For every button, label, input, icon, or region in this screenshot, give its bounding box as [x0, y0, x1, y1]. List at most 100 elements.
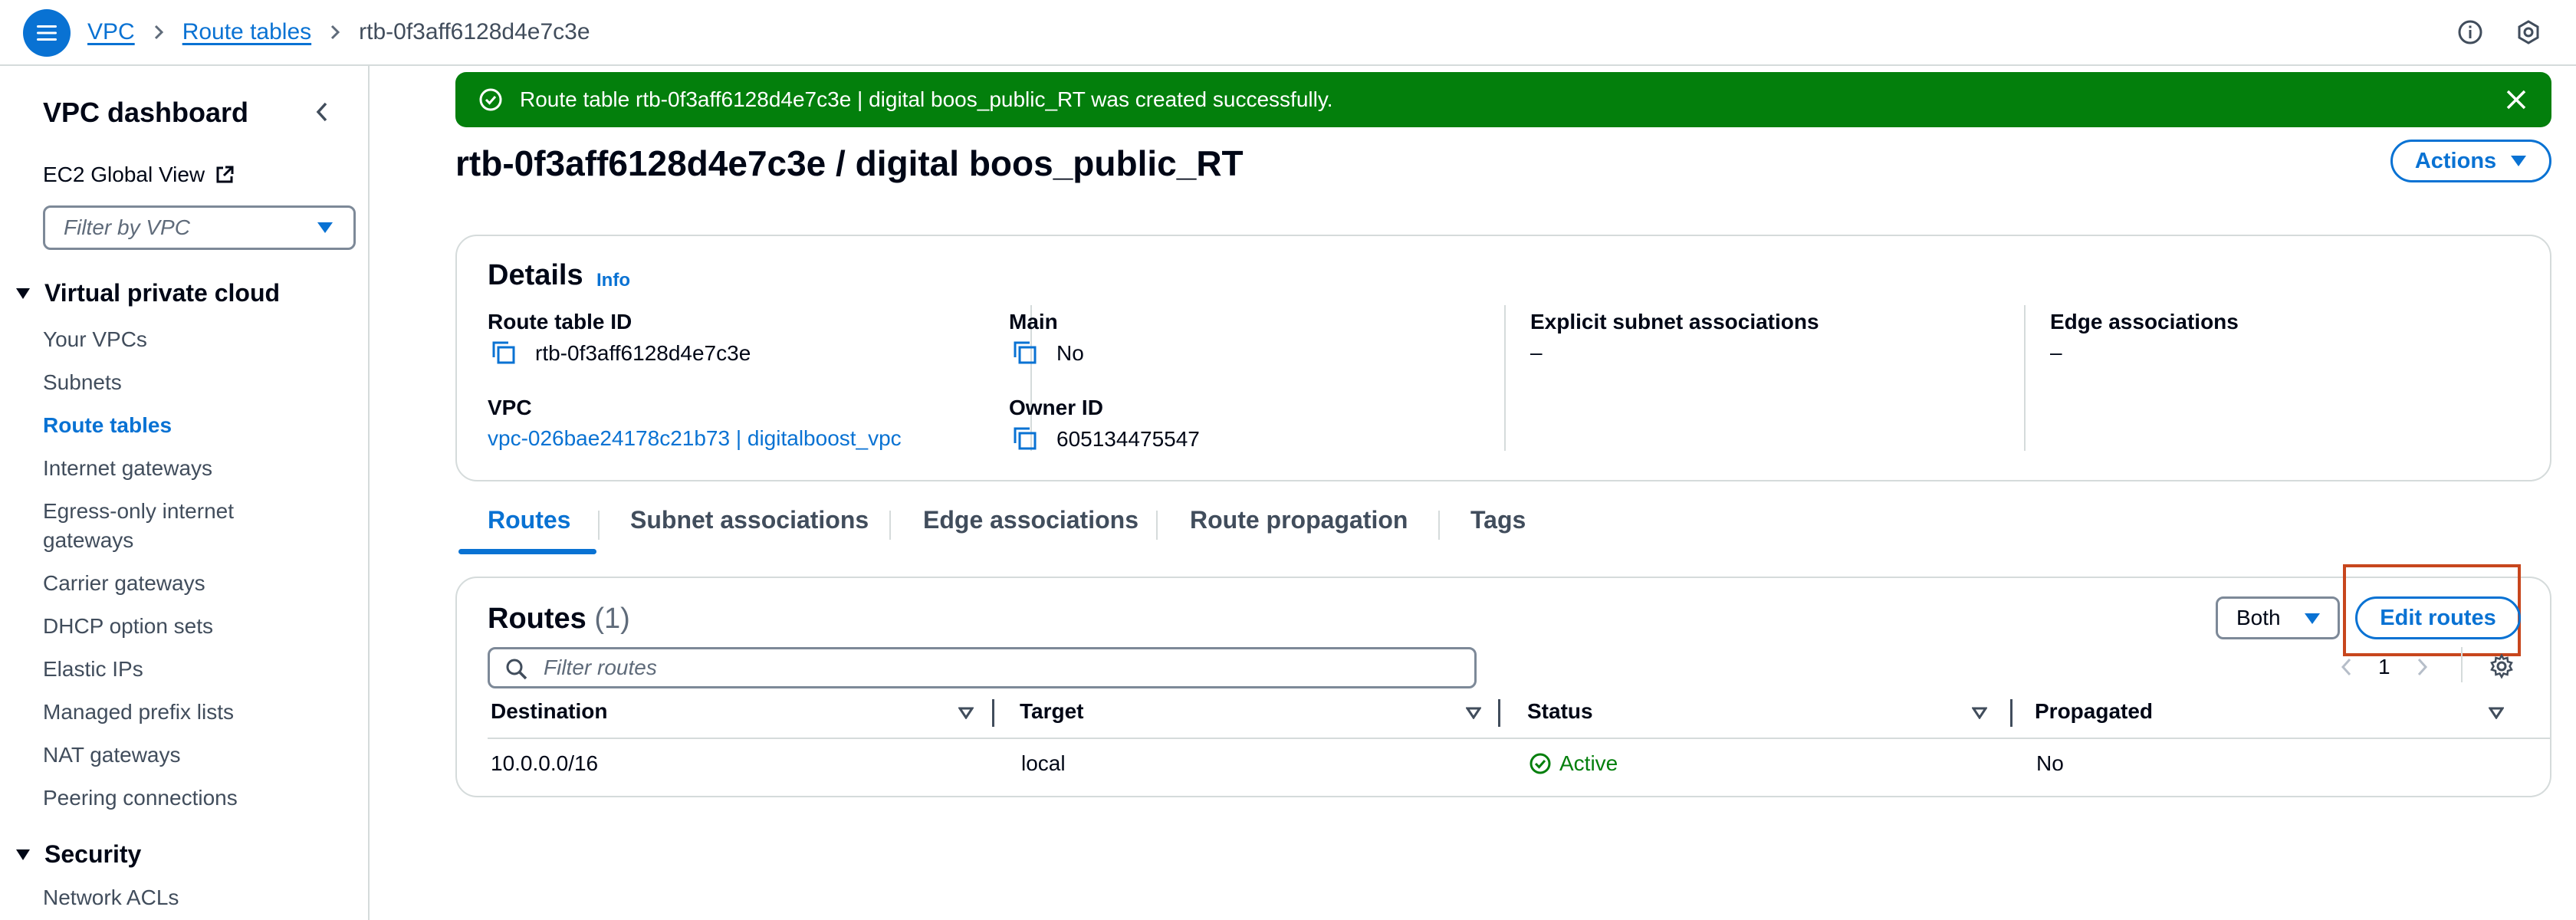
sidebar-item-subnets[interactable]: Subnets — [43, 368, 319, 397]
sidebar-item-peering-connections[interactable]: Peering connections — [43, 784, 319, 813]
sidebar-item-nat-gateways[interactable]: NAT gateways — [43, 741, 319, 770]
sidebar-item-elastic-ips[interactable]: Elastic IPs — [43, 655, 319, 684]
explicit-subnet-associations-value: – — [1530, 340, 1543, 364]
chevron-right-icon[interactable] — [2417, 657, 2429, 677]
caret-down-icon — [2511, 156, 2527, 166]
flash-message: Route table rtb-0f3aff6128d4e7c3e | digi… — [520, 87, 1333, 111]
column-resizer[interactable] — [992, 699, 994, 727]
success-flash: Route table rtb-0f3aff6128d4e7c3e | digi… — [455, 72, 2551, 127]
check-circle-icon — [478, 87, 503, 112]
section-security[interactable]: Security — [15, 840, 141, 869]
tab-divider — [889, 511, 891, 540]
close-icon — [2506, 90, 2526, 110]
sidebar-item-dhcp-option-sets[interactable]: DHCP option sets — [43, 612, 319, 641]
details-title: Details — [488, 259, 583, 291]
actions-button[interactable]: Actions — [2390, 140, 2551, 182]
sidebar: VPC dashboard EC2 Global View Filter by … — [0, 66, 370, 920]
caret-down-icon — [16, 849, 30, 860]
sort-caret-icon[interactable] — [958, 707, 974, 719]
sidebar-item-managed-prefix-lists[interactable]: Managed prefix lists — [43, 698, 319, 727]
main-label: Main — [1009, 310, 1058, 334]
column-header-status[interactable]: Status — [1527, 699, 1593, 724]
column-resizer[interactable] — [1498, 699, 1500, 727]
info-icon[interactable] — [2455, 17, 2486, 48]
column-divider — [1504, 305, 1506, 451]
route-type-select[interactable]: Both — [2216, 596, 2340, 639]
sort-caret-icon[interactable] — [1466, 707, 1481, 719]
gear-icon — [2490, 653, 2513, 679]
sort-caret-icon[interactable] — [2489, 707, 2504, 719]
main-text: No — [1056, 341, 1084, 365]
page-title: rtb-0f3aff6128d4e7c3e / digital boos_pub… — [455, 143, 1244, 183]
external-link-icon — [216, 166, 234, 183]
active-tab-indicator — [458, 549, 596, 554]
breadcrumb-vpc[interactable]: VPC — [87, 19, 135, 45]
ec2-global-view-link[interactable]: EC2 Global View — [43, 163, 235, 187]
tab-tags[interactable]: Tags — [1470, 506, 1526, 534]
sidebar-item-route-tables[interactable]: Route tables — [43, 411, 319, 440]
hamburger-icon — [37, 25, 57, 41]
cell-status: Active — [1529, 751, 1618, 776]
column-resizer[interactable] — [2010, 699, 2013, 727]
filter-routes-input[interactable]: Filter routes — [488, 647, 1477, 688]
cell-target: local — [1021, 751, 1066, 775]
search-icon — [506, 659, 527, 680]
owner-id-label: Owner ID — [1009, 396, 1103, 419]
chevron-left-icon — [316, 102, 327, 122]
pagination-divider — [2461, 647, 2463, 682]
column-header-target[interactable]: Target — [1020, 699, 1084, 724]
info-link[interactable]: Info — [596, 270, 630, 291]
chevron-left-icon[interactable] — [2340, 657, 2352, 677]
section-title: Security — [44, 840, 142, 868]
vpc-filter-placeholder: Filter by VPC — [64, 215, 190, 239]
breadcrumb-route-tables[interactable]: Route tables — [182, 19, 311, 45]
edge-associations-value: – — [2050, 340, 2062, 364]
sidebar-item-egress-only-internet-gateways[interactable]: Egress-only internet gateways — [43, 497, 265, 555]
vpc-filter-select[interactable]: Filter by VPC — [43, 205, 356, 250]
chevron-right-icon — [330, 24, 340, 41]
menu-button[interactable] — [23, 9, 71, 57]
preferences-button[interactable] — [2489, 653, 2515, 683]
collapse-sidebar-button[interactable] — [308, 98, 336, 126]
sidebar-title[interactable]: VPC dashboard — [43, 97, 248, 129]
copy-icon[interactable] — [491, 340, 518, 366]
tab-subnet-associations[interactable]: Subnet associations — [630, 506, 869, 534]
explicit-subnet-associations-label: Explicit subnet associations — [1530, 310, 1819, 334]
copy-icon[interactable] — [1012, 426, 1040, 452]
owner-id-text: 605134475547 — [1056, 427, 1200, 451]
section-virtual-private-cloud[interactable]: Virtual private cloud — [15, 279, 280, 307]
routes-title: Routes — [488, 603, 586, 635]
sidebar-item-internet-gateways[interactable]: Internet gateways — [43, 454, 319, 483]
routes-count: (1) — [594, 603, 630, 635]
sort-caret-icon[interactable] — [1972, 707, 1987, 719]
tab-routes[interactable]: Routes — [488, 506, 570, 534]
pagination: 1 — [2340, 652, 2429, 682]
settings-hex-icon[interactable] — [2513, 17, 2544, 48]
tab-edge-associations[interactable]: Edge associations — [923, 506, 1138, 534]
column-divider — [2024, 305, 2026, 451]
tab-divider — [598, 511, 600, 540]
breadcrumb-current: rtb-0f3aff6128d4e7c3e — [359, 19, 590, 44]
column-header-propagated[interactable]: Propagated — [2035, 699, 2153, 724]
actions-label: Actions — [2414, 148, 2497, 173]
route-table-id-label: Route table ID — [488, 310, 632, 334]
tab-route-propagation[interactable]: Route propagation — [1190, 506, 1408, 534]
section-title: Virtual private cloud — [44, 279, 281, 307]
details-panel: Details Info Route table ID rtb-0f3aff61… — [455, 235, 2551, 481]
sidebar-item-network-acls[interactable]: Network ACLs — [43, 883, 319, 912]
filter-routes-placeholder: Filter routes — [544, 656, 657, 679]
sidebar-item-your-vpcs[interactable]: Your VPCs — [43, 325, 319, 354]
edit-routes-button[interactable]: Edit routes — [2355, 596, 2521, 639]
tab-list: Routes Subnet associations Edge associat… — [455, 506, 1559, 557]
vpc-link[interactable]: vpc-026bae24178c21b73 | digitalboost_vpc — [488, 426, 902, 451]
status-text: Active — [1559, 751, 1618, 775]
route-type-value: Both — [2236, 606, 2281, 629]
ec2-global-view-label: EC2 Global View — [43, 163, 205, 186]
breadcrumb: VPC Route tables rtb-0f3aff6128d4e7c3e — [87, 0, 590, 64]
table-header-divider — [488, 738, 2550, 739]
current-page[interactable]: 1 — [2378, 655, 2390, 679]
sidebar-item-carrier-gateways[interactable]: Carrier gateways — [43, 569, 319, 598]
copy-icon[interactable] — [1012, 340, 1040, 366]
dismiss-button[interactable] — [2502, 86, 2530, 113]
column-header-destination[interactable]: Destination — [491, 699, 607, 724]
